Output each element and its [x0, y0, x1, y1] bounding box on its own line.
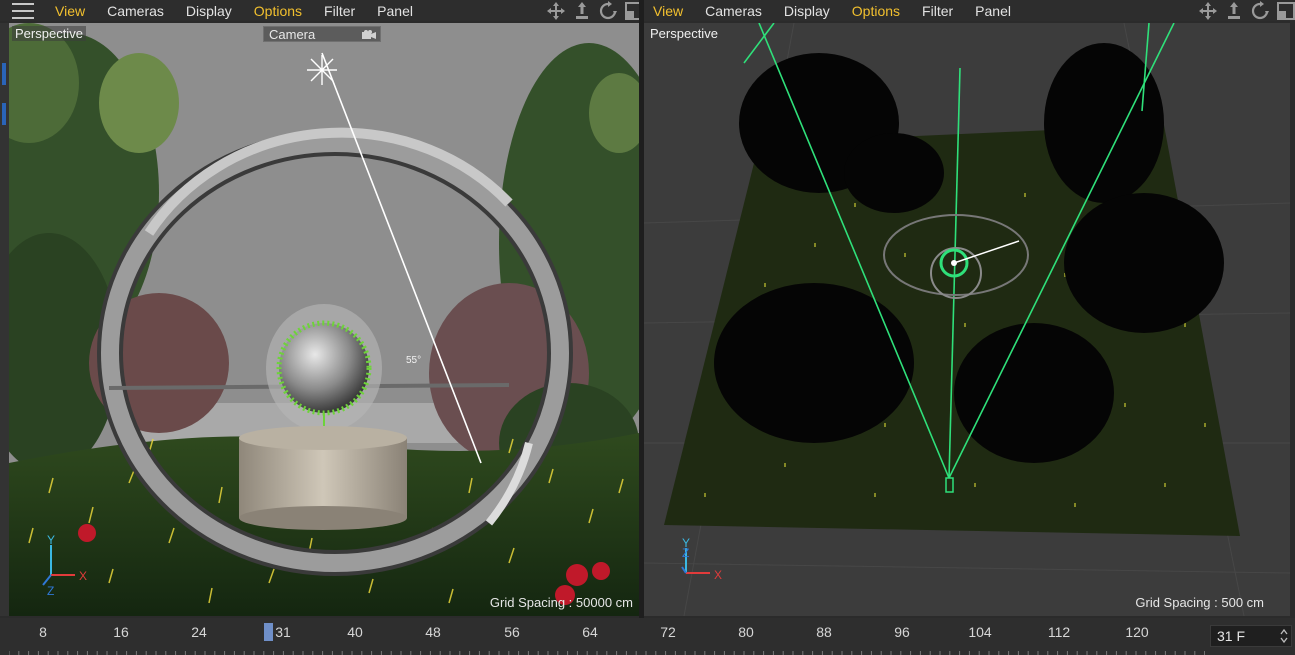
grid-spacing-label: Grid Spacing : 50000 cm — [489, 595, 633, 610]
timeline[interactable]: 8 16 24 31 40 48 56 64 72 80 88 96 104 112 120 — [0, 618, 1295, 655]
timeline-tick-label: 64 — [582, 624, 598, 640]
timeline-tick-label: 8 — [39, 624, 47, 640]
svg-text:X: X — [714, 568, 722, 582]
timeline-tick-label: 120 — [1125, 624, 1149, 640]
left-nav-icons — [540, 0, 644, 21]
scale-icon[interactable] — [1224, 1, 1244, 21]
menu-icon[interactable] — [12, 2, 34, 19]
rotate-icon[interactable] — [598, 0, 618, 21]
camera-chip-label: Camera — [269, 27, 316, 42]
right-viewport-perspective[interactable]: Y X Z Perspective Grid Spacing : 500 cm — [644, 23, 1290, 616]
svg-text:Y: Y — [47, 533, 55, 547]
edge-indicator — [2, 63, 6, 85]
camera-icon — [362, 30, 376, 39]
timeline-tick-label: 112 — [1047, 624, 1071, 640]
menu-display[interactable]: Display — [175, 3, 243, 19]
left-scene-render: 55° Y X Z — [9, 23, 639, 616]
menu-view[interactable]: View — [644, 3, 694, 19]
svg-text:X: X — [79, 569, 87, 583]
timeline-ruler[interactable]: 8 16 24 31 40 48 56 64 72 80 88 96 104 112 120 — [9, 618, 1205, 655]
right-nav-icons — [1192, 0, 1295, 21]
timeline-tick-label: 88 — [816, 624, 832, 640]
maximize-icon[interactable] — [1276, 1, 1295, 21]
stone-pedestal — [239, 426, 407, 530]
timeline-tick-label: 24 — [191, 624, 207, 640]
menu-options[interactable]: Options — [841, 3, 911, 19]
sphere-object — [266, 304, 382, 433]
menu-filter[interactable]: Filter — [911, 3, 964, 19]
viewport-label: Perspective — [12, 26, 86, 41]
apple — [78, 524, 96, 542]
scale-icon[interactable] — [572, 1, 592, 21]
menu-options[interactable]: Options — [243, 3, 313, 19]
grid-spacing-label: Grid Spacing : 500 cm — [1135, 595, 1264, 610]
move-icon[interactable] — [546, 1, 566, 21]
right-scene-render: Y X Z — [644, 23, 1290, 616]
timeline-ticks — [9, 651, 1205, 655]
timeline-tick-label: 72 — [660, 624, 676, 640]
timeline-tick-label: 40 — [347, 624, 363, 640]
current-frame-value: 31 F — [1217, 628, 1246, 644]
menu-display[interactable]: Display — [773, 3, 841, 19]
timeline-tick-label: 104 — [968, 624, 992, 640]
menu-cameras[interactable]: Cameras — [694, 3, 773, 19]
menu-filter[interactable]: Filter — [313, 3, 366, 19]
rotate-icon[interactable] — [1250, 0, 1270, 21]
edge-indicator — [2, 103, 6, 125]
timeline-tick-label: 80 — [738, 624, 754, 640]
viewport-label: Perspective — [647, 26, 721, 41]
svg-text:Z: Z — [47, 584, 54, 598]
timeline-tick-label: 48 — [425, 624, 441, 640]
apple — [566, 564, 588, 586]
menu-panel[interactable]: Panel — [964, 3, 1022, 19]
menu-view[interactable]: View — [44, 3, 96, 19]
left-edge-strip — [0, 23, 9, 616]
move-icon[interactable] — [1198, 1, 1218, 21]
current-frame-field[interactable]: 31 F — [1210, 625, 1292, 647]
apple — [592, 562, 610, 580]
timeline-tick-label: 96 — [894, 624, 910, 640]
timeline-current-frame-marker[interactable] — [264, 623, 273, 641]
menu-panel[interactable]: Panel — [366, 3, 424, 19]
spinner-icon[interactable] — [1280, 628, 1288, 644]
left-viewport-perspective[interactable]: 55° Y X Z Perspective Camera Grid Spacin… — [9, 23, 639, 616]
menu-cameras[interactable]: Cameras — [96, 3, 175, 19]
svg-text:Z: Z — [682, 546, 689, 560]
timeline-tick-label: 56 — [504, 624, 520, 640]
angle-label: 55° — [406, 355, 421, 366]
timeline-tick-label: 31 — [275, 624, 291, 640]
camera-chip[interactable]: Camera — [263, 26, 381, 42]
timeline-tick-label: 16 — [113, 624, 129, 640]
